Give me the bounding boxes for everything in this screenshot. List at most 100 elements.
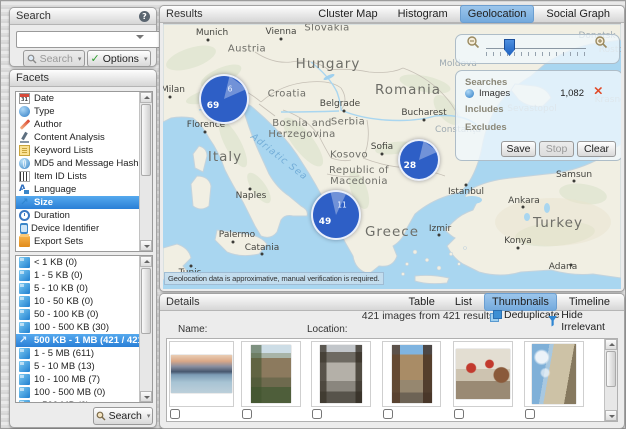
size-item-5-10-mb-13[interactable]: 5 - 10 MB (13) — [16, 360, 140, 373]
scrollbar-thumb[interactable] — [606, 351, 616, 387]
zoom-in-icon[interactable] — [594, 35, 608, 49]
cobblestone-street-photo — [320, 345, 362, 403]
zoom-slider-track[interactable] — [486, 48, 586, 49]
facet-item-content-analysis[interactable]: Content Analysis — [16, 131, 140, 144]
thumbnail-checkbox[interactable] — [383, 409, 393, 419]
map-cluster-28[interactable]: 28 — [398, 139, 440, 181]
results-tabs: Cluster Map HistogramGeolocationSocial Gr… — [306, 5, 618, 23]
thumbnail-cell[interactable] — [311, 341, 371, 407]
thumbnail-checkbox[interactable] — [454, 409, 464, 419]
thumbnail-cell[interactable] — [453, 341, 513, 407]
chevron-down-icon: ▾ — [78, 55, 82, 63]
help-icon[interactable]: ? — [139, 11, 150, 22]
city-dot — [522, 206, 525, 209]
scrollbar-thumb[interactable] — [141, 104, 151, 176]
search-input[interactable] — [16, 31, 165, 48]
facet-item-device-identifier[interactable]: Device Identifier — [16, 222, 140, 235]
facet-item-label: Export Sets — [34, 236, 83, 247]
size-item-1-5-mb-611[interactable]: 1 - 5 MB (611) — [16, 347, 140, 360]
thumbnail-cell[interactable] — [241, 341, 301, 407]
map-cluster-69[interactable]: 696 — [199, 74, 249, 124]
facet-item-md5-and-message-hash[interactable]: MD5 and Message Hash — [16, 157, 140, 170]
size-item-50-100-kb-0[interactable]: 50 - 100 KB (0) — [16, 308, 140, 321]
facet-item-author[interactable]: Author — [16, 118, 140, 131]
size-item-1-kb-0[interactable]: < 1 KB (0) — [16, 256, 140, 269]
scroll-down-icon[interactable] — [605, 410, 617, 421]
size-item-10-50-kb-0[interactable]: 10 - 50 KB (0) — [16, 295, 140, 308]
scrollbar-thumb[interactable] — [141, 268, 151, 334]
save-button[interactable]: Save — [501, 141, 536, 157]
facet-item-language[interactable]: Language — [16, 183, 140, 196]
search-button[interactable]: Search ▾ — [23, 50, 85, 67]
thumbnail-cell[interactable] — [524, 341, 584, 407]
geolocation-map[interactable]: SlovakiaMunichViennaAustriaHungaryCroati… — [163, 23, 621, 289]
hide-irrelevant-button[interactable]: Hide Irrelevant — [548, 309, 624, 333]
size-item-100-500-mb-0[interactable]: 100 - 500 MB (0) — [16, 386, 140, 399]
size-item-500-mb-0[interactable]: > 500 MB (0) — [16, 399, 140, 403]
house-with-flowers-photo — [456, 349, 510, 399]
size-icon — [19, 361, 30, 372]
facet-item-export-sets[interactable]: Export Sets — [16, 235, 140, 248]
facet-item-keyword-lists[interactable]: Keyword Lists — [16, 144, 140, 157]
tab-geolocation[interactable]: Geolocation — [460, 5, 535, 23]
scroll-up-icon[interactable] — [605, 339, 617, 350]
scroll-up-icon[interactable] — [140, 256, 152, 267]
remove-search-icon[interactable]: ✕ — [593, 84, 603, 98]
stop-button[interactable]: Stop — [539, 141, 574, 157]
clear-button[interactable]: Clear — [577, 141, 616, 157]
thumbnail-cell[interactable] — [169, 341, 234, 407]
size-item-1-5-kb-0[interactable]: 1 - 5 KB (0) — [16, 269, 140, 282]
city-dot — [570, 264, 573, 267]
images-count: 1,082 — [552, 88, 584, 99]
scroll-down-icon[interactable] — [140, 240, 152, 251]
thumbnail-checkbox[interactable] — [170, 409, 180, 419]
size-item-label: 50 - 100 KB (0) — [34, 309, 98, 320]
tab-cluster-map[interactable]: Cluster Map — [310, 5, 385, 23]
barcode-icon — [19, 171, 30, 182]
size-item-100-500-kb-30[interactable]: 100 - 500 KB (30) — [16, 321, 140, 334]
size-icon — [19, 348, 30, 359]
cluster-subcount: 6 — [228, 84, 233, 93]
facet-item-label: Duration — [34, 210, 70, 221]
map-cluster-49[interactable]: 4911 — [311, 190, 361, 240]
tab-histogram[interactable]: Histogram — [390, 5, 456, 23]
tab-table[interactable]: Table — [401, 293, 443, 311]
thumbnail-checkbox[interactable] — [525, 409, 535, 419]
scroll-down-icon[interactable] — [140, 391, 152, 402]
thumbnail-checkbox[interactable] — [242, 409, 252, 419]
city-dot — [343, 110, 346, 113]
size-icon — [19, 374, 30, 385]
facet-item-label: Language — [34, 184, 76, 195]
map-label-croatia: Croatia — [268, 89, 307, 100]
size-item-10-100-mb-7[interactable]: 10 - 100 MB (7) — [16, 373, 140, 386]
facet-item-date[interactable]: Date — [16, 92, 140, 105]
tab-list[interactable]: List — [447, 293, 480, 311]
city-dot — [190, 265, 193, 268]
chevron-down-icon: ▾ — [144, 55, 148, 63]
facet-item-size[interactable]: Size — [16, 196, 140, 209]
size-item-5-10-kb-0[interactable]: 5 - 10 KB (0) — [16, 282, 140, 295]
cluster-wedge — [313, 192, 359, 238]
zoom-slider-ticks — [486, 52, 586, 56]
facets-scrollbar[interactable] — [139, 92, 152, 251]
facet-item-type[interactable]: Type — [16, 105, 140, 118]
thumbnails-scrollbar[interactable] — [604, 339, 617, 421]
facet-item-duration[interactable]: Duration — [16, 209, 140, 222]
size-icon — [19, 257, 30, 268]
facet-search-button[interactable]: Search ▾ — [93, 407, 153, 425]
city-dot — [573, 180, 576, 183]
zoom-out-icon[interactable] — [466, 35, 480, 49]
facet-item-item-id-lists[interactable]: Item ID Lists — [16, 170, 140, 183]
thumbnail-checkbox[interactable] — [312, 409, 322, 419]
size-item-label: 100 - 500 MB (0) — [34, 387, 105, 398]
options-button[interactable]: ✓ Options ▾ — [87, 50, 151, 67]
city-dot — [261, 253, 264, 256]
tab-social-graph[interactable]: Social Graph — [538, 5, 618, 23]
map-label-italy: Italy — [208, 149, 242, 165]
size-item-500-kb-1-mb-421-421[interactable]: 500 KB - 1 MB (421 / 421) — [16, 334, 140, 347]
thumbnail-cell[interactable] — [382, 341, 441, 407]
size-scrollbar[interactable] — [139, 256, 152, 402]
cluster-wedge — [201, 76, 247, 122]
map-label-munich: Munich — [196, 28, 228, 38]
scroll-up-icon[interactable] — [140, 92, 152, 103]
